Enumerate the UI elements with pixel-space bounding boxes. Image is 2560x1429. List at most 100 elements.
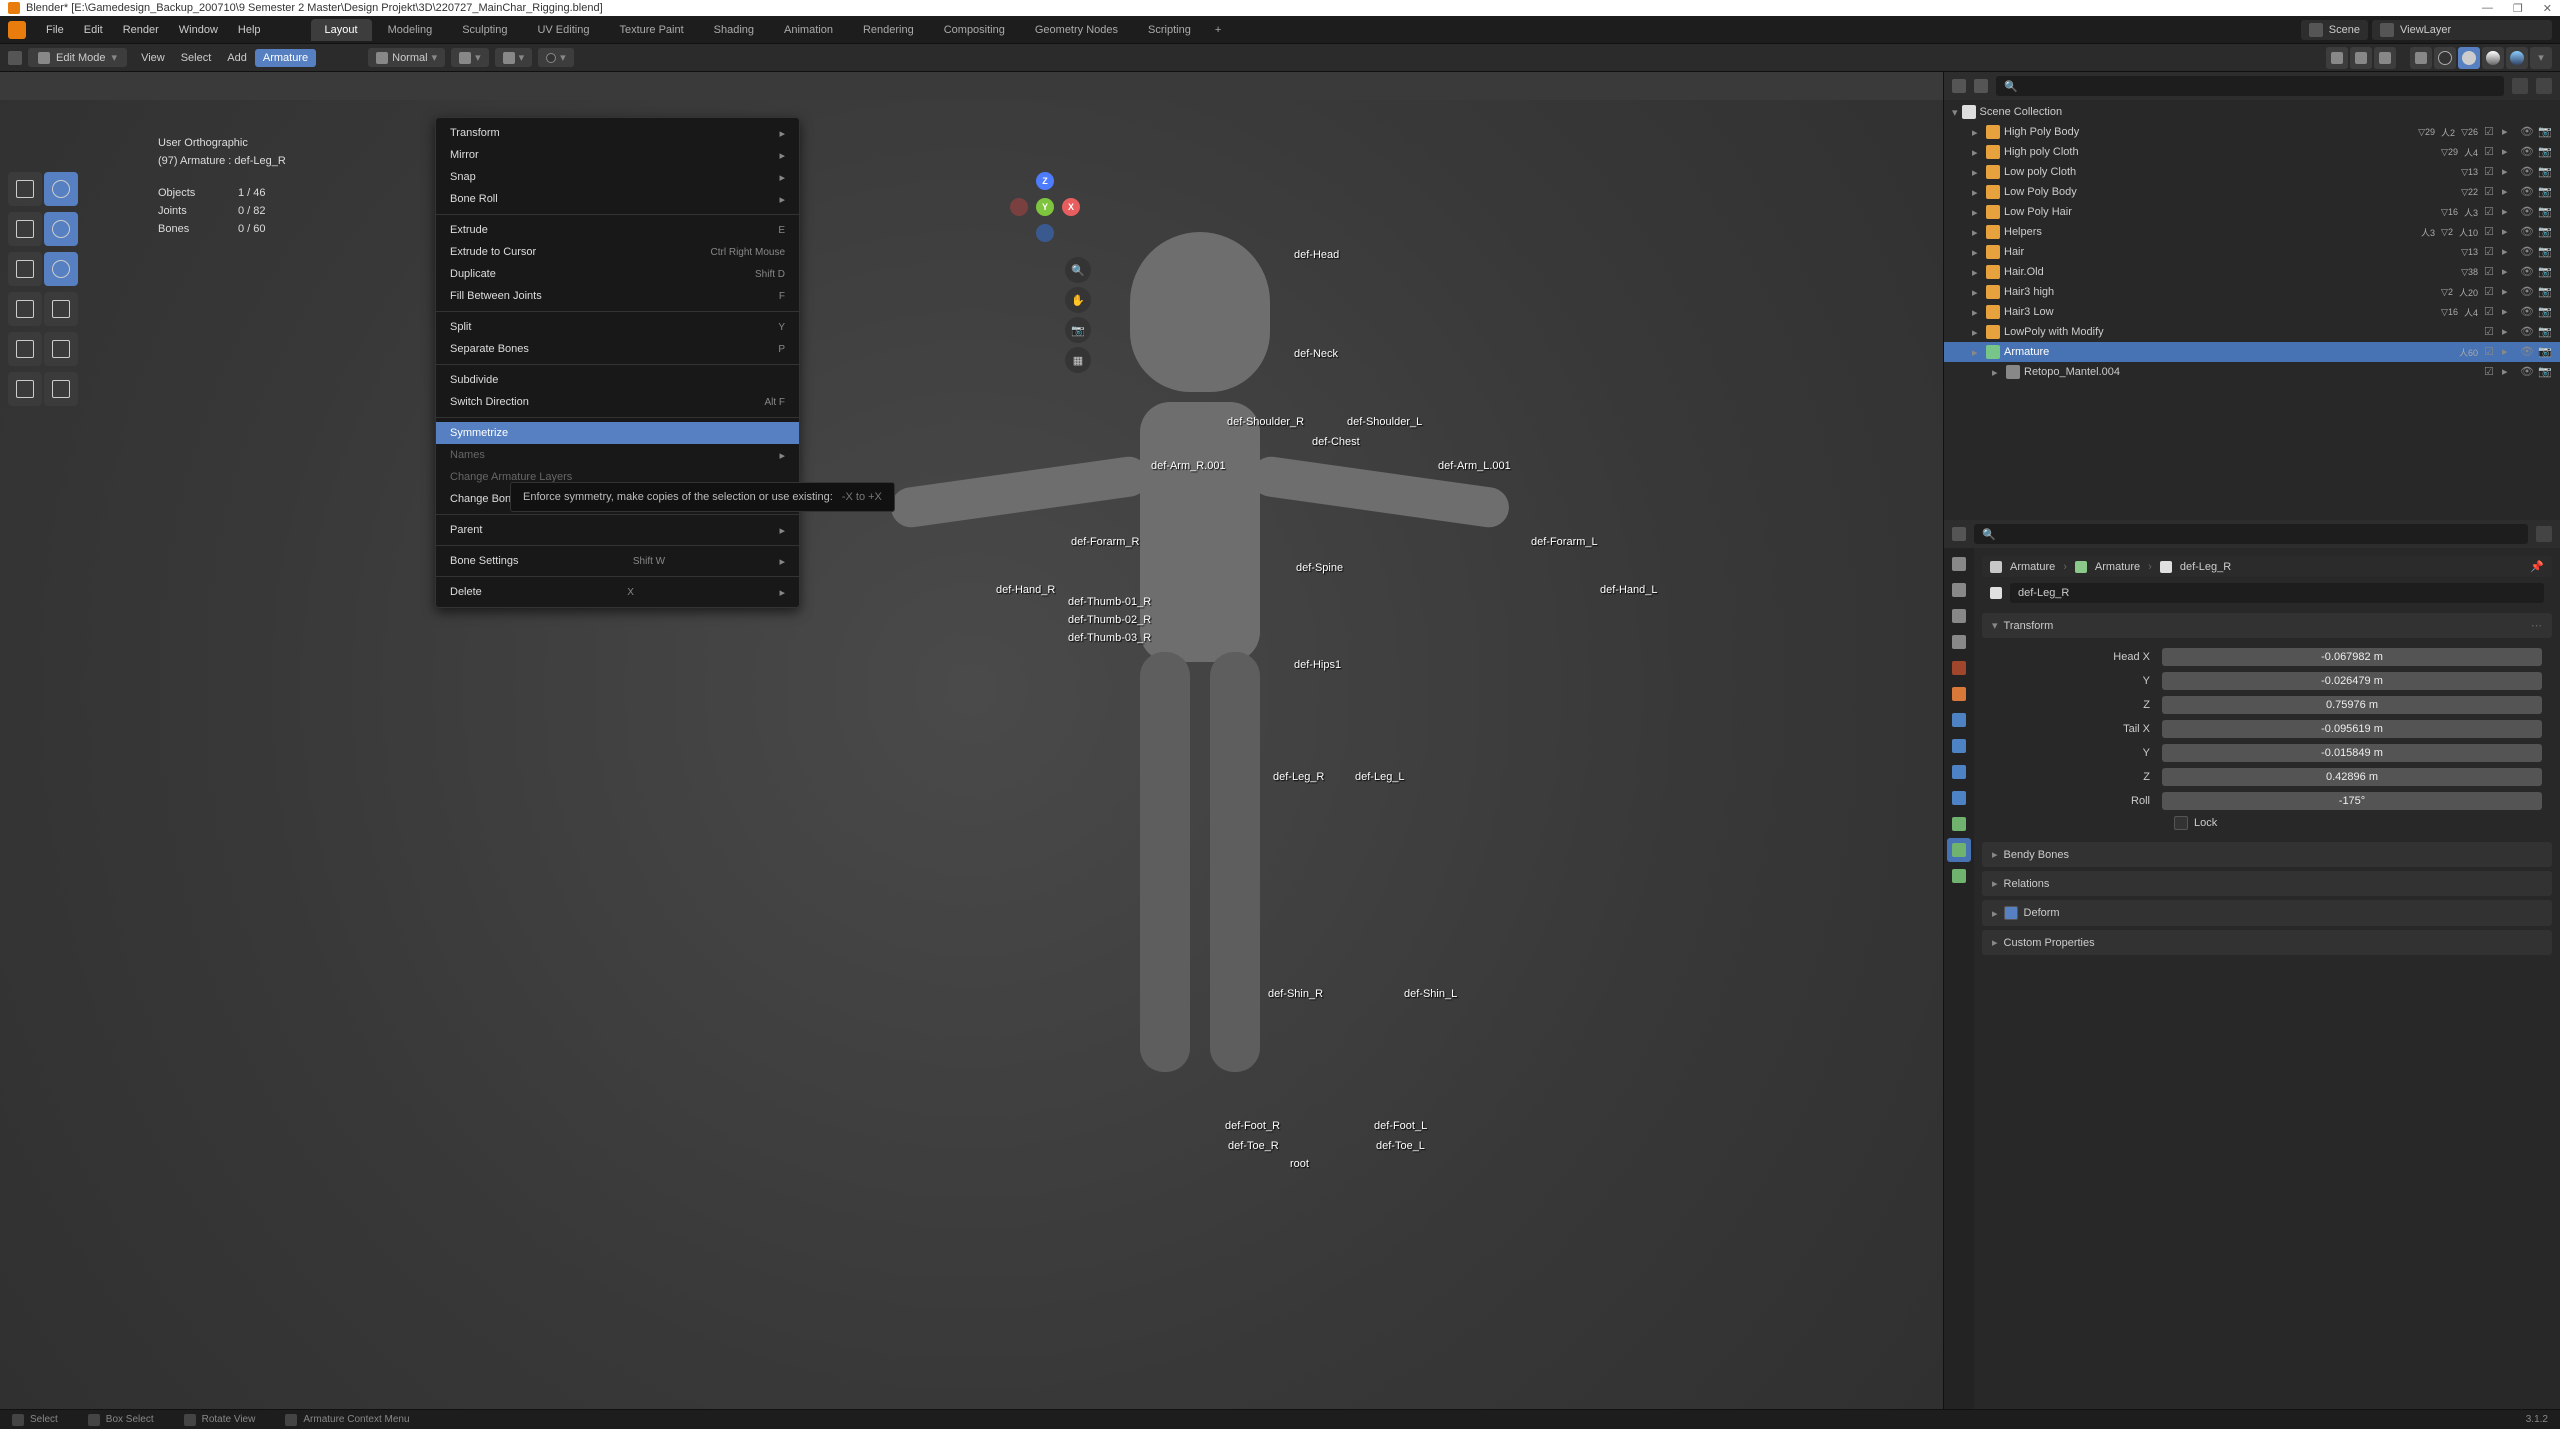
menu-item-bone-settings[interactable]: Bone SettingsShift W▸	[436, 550, 799, 572]
visibility-toggle[interactable]: 👁	[2520, 185, 2534, 199]
breadcrumb-2[interactable]: def-Leg_R	[2180, 561, 2231, 573]
menu-item-symmetrize[interactable]: Symmetrize	[436, 422, 799, 444]
menu-item-extrude-to-cursor[interactable]: Extrude to CursorCtrl Right Mouse	[436, 241, 799, 263]
exclude-toggle[interactable]: ☑	[2484, 325, 2498, 339]
minimize-button[interactable]: —	[2482, 2, 2493, 15]
render-toggle[interactable]: 📷	[2538, 245, 2552, 259]
outliner-item[interactable]: ▸Low Poly Hair▽16人3☑▸👁📷	[1944, 202, 2560, 222]
exclude-toggle[interactable]: ☑	[2484, 265, 2498, 279]
shading-options[interactable]: ▾	[2530, 47, 2552, 69]
tab-constraints[interactable]	[1947, 786, 1971, 810]
new-collection-button[interactable]	[2536, 78, 2552, 94]
rotate-tool[interactable]	[44, 212, 78, 246]
exclude-toggle[interactable]: ☑	[2484, 285, 2498, 299]
properties-search[interactable]: 🔍	[1974, 524, 2528, 544]
select-box-tool[interactable]	[8, 172, 42, 206]
outliner-type-icon[interactable]	[1952, 79, 1966, 93]
menu-help[interactable]: Help	[228, 20, 271, 40]
visibility-toggle[interactable]: 👁	[2520, 325, 2534, 339]
visibility-toggle[interactable]: 👁	[2520, 345, 2534, 359]
outliner-item[interactable]: ▸Hair▽13☑▸👁📷	[1944, 242, 2560, 262]
proportional-dropdown[interactable]: ▾	[538, 48, 574, 67]
menu-item-extrude[interactable]: ExtrudeE	[436, 219, 799, 241]
tab-data[interactable]	[1947, 812, 1971, 836]
menu-item-snap[interactable]: Snap▸	[436, 166, 799, 188]
menu-item-separate-bones[interactable]: Separate BonesP	[436, 338, 799, 360]
outliner-search[interactable]: 🔍	[1996, 76, 2504, 96]
options-button[interactable]	[2536, 526, 2552, 542]
render-toggle[interactable]: 📷	[2538, 225, 2552, 239]
measure-tool[interactable]	[44, 292, 78, 326]
move-tool[interactable]	[8, 212, 42, 246]
selectable-toggle[interactable]: ▸	[2502, 305, 2516, 319]
close-button[interactable]: ✕	[2543, 2, 2552, 15]
selectable-toggle[interactable]: ▸	[2502, 185, 2516, 199]
workspace-tab-compositing[interactable]: Compositing	[930, 19, 1019, 41]
exclude-toggle[interactable]: ☑	[2484, 225, 2498, 239]
selectable-toggle[interactable]: ▸	[2502, 125, 2516, 139]
visibility-toggle[interactable]: 👁	[2520, 145, 2534, 159]
exclude-toggle[interactable]: ☑	[2484, 245, 2498, 259]
menu-file[interactable]: File	[36, 20, 74, 40]
visibility-toggle[interactable]: 👁	[2520, 165, 2534, 179]
section-deform[interactable]: ▸Deform	[1982, 900, 2552, 926]
transform-orientation[interactable]: Normal ▾	[368, 48, 445, 67]
editor-type-icon[interactable]	[8, 51, 22, 65]
selectable-toggle[interactable]: ▸	[2502, 365, 2516, 379]
axis-misc[interactable]	[1036, 224, 1054, 242]
exclude-toggle[interactable]: ☑	[2484, 365, 2498, 379]
3d-viewport[interactable]: User Orthographic (97) Armature : def-Le…	[0, 72, 1943, 1409]
menu-item-parent[interactable]: Parent▸	[436, 519, 799, 541]
render-toggle[interactable]: 📷	[2538, 185, 2552, 199]
workspace-tab-scripting[interactable]: Scripting	[1134, 19, 1205, 41]
transform-tool[interactable]	[44, 252, 78, 286]
visibility-toggle[interactable]: 👁	[2520, 305, 2534, 319]
workspace-tab-sculpting[interactable]: Sculpting	[448, 19, 521, 41]
prop-value[interactable]: 0.42896 m	[2162, 768, 2542, 786]
outliner-item[interactable]: ▸Hair3 high▽2人20☑▸👁📷	[1944, 282, 2560, 302]
outliner-item[interactable]: ▸LowPoly with Modify☑▸👁📷	[1944, 322, 2560, 342]
workspace-tab-layout[interactable]: Layout	[311, 19, 372, 41]
render-toggle[interactable]: 📷	[2538, 145, 2552, 159]
menu-item-duplicate[interactable]: DuplicateShift D	[436, 263, 799, 285]
menu-window[interactable]: Window	[169, 20, 228, 40]
mode-dropdown[interactable]: Edit Mode ▾	[28, 48, 127, 67]
navigation-gizmo[interactable]: Z Y X	[1010, 172, 1080, 242]
axis-x-neg[interactable]	[1010, 198, 1028, 216]
exclude-toggle[interactable]: ☑	[2484, 185, 2498, 199]
selectable-toggle[interactable]: ▸	[2502, 345, 2516, 359]
workspace-tab-geometry-nodes[interactable]: Geometry Nodes	[1021, 19, 1132, 41]
breadcrumb-1[interactable]: Armature	[2095, 561, 2140, 573]
header-menu-armature[interactable]: Armature	[255, 49, 316, 67]
workspace-tab-texture-paint[interactable]: Texture Paint	[605, 19, 697, 41]
visibility-toggle[interactable]: 👁	[2520, 365, 2534, 379]
visibility-toggle[interactable]: 👁	[2520, 225, 2534, 239]
tab-render[interactable]	[1947, 552, 1971, 576]
section-relations[interactable]: ▸Relations	[1982, 871, 2552, 896]
axis-y[interactable]: Y	[1036, 198, 1054, 216]
section-bendy[interactable]: ▸Bendy Bones	[1982, 842, 2552, 867]
selectable-toggle[interactable]: ▸	[2502, 245, 2516, 259]
tab-scene[interactable]	[1947, 630, 1971, 654]
menu-item-fill-between-joints[interactable]: Fill Between JointsF	[436, 285, 799, 307]
visibility-toggle[interactable]: 👁	[2520, 245, 2534, 259]
workspace-tab-animation[interactable]: Animation	[770, 19, 847, 41]
pan-button[interactable]: ✋	[1065, 287, 1091, 313]
restore-button[interactable]: ❐	[2513, 2, 2523, 15]
section-custom[interactable]: ▸Custom Properties	[1982, 930, 2552, 955]
shear-tool[interactable]	[44, 372, 78, 406]
axis-z[interactable]: Z	[1036, 172, 1054, 190]
selectable-toggle[interactable]: ▸	[2502, 265, 2516, 279]
tab-object[interactable]	[1947, 682, 1971, 706]
tab-output[interactable]	[1947, 578, 1971, 602]
render-toggle[interactable]: 📷	[2538, 125, 2552, 139]
exclude-toggle[interactable]: ☑	[2484, 305, 2498, 319]
selectable-toggle[interactable]: ▸	[2502, 325, 2516, 339]
tab-viewlayer[interactable]	[1947, 604, 1971, 628]
camera-button[interactable]: 📷	[1065, 317, 1091, 343]
gizmo-button[interactable]	[2350, 47, 2372, 69]
render-toggle[interactable]: 📷	[2538, 325, 2552, 339]
tab-particles[interactable]	[1947, 734, 1971, 758]
zoom-button[interactable]: 🔍	[1065, 257, 1091, 283]
render-toggle[interactable]: 📷	[2538, 265, 2552, 279]
